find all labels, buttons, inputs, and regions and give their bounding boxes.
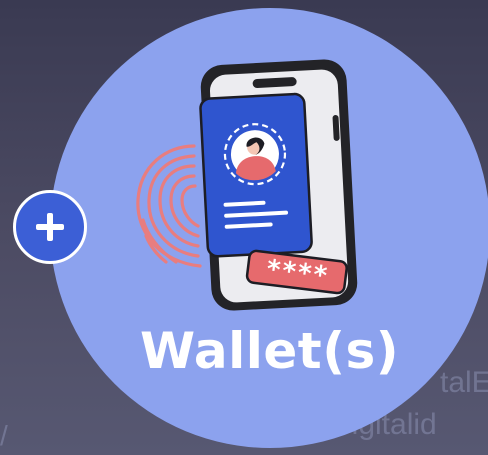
fingerprint-icon bbox=[136, 144, 202, 268]
plus-icon bbox=[36, 213, 64, 241]
wallet-title: Wallet(s) bbox=[140, 322, 400, 380]
id-card-icon bbox=[199, 92, 313, 258]
add-wallet-button[interactable] bbox=[13, 190, 87, 264]
